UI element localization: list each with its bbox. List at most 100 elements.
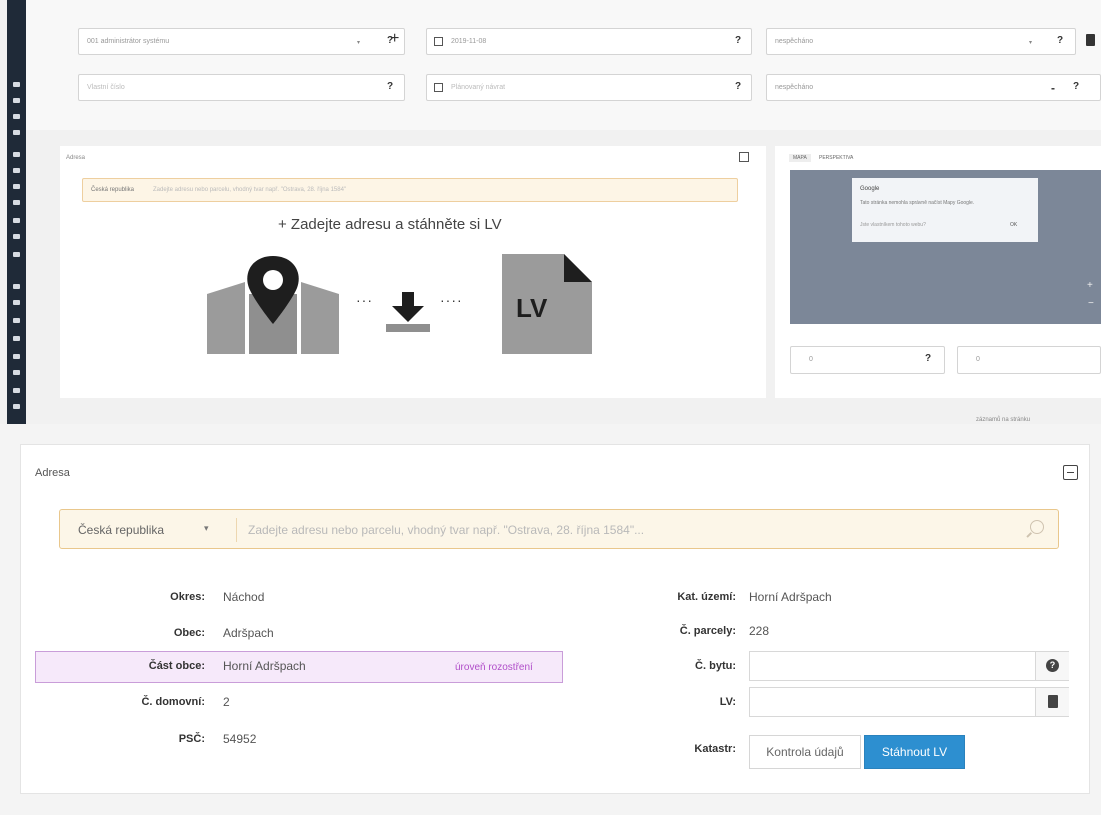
- sidebar-icon[interactable]: [13, 130, 20, 135]
- obec-label: Obec:: [173, 627, 205, 639]
- type-value: nespěcháno: [775, 38, 814, 45]
- chevron-down-icon: ▾: [1029, 40, 1033, 46]
- download-lv-button[interactable]: Stáhnout LV: [864, 735, 965, 769]
- cislo-bytu-label: Č. bytu:: [695, 660, 736, 672]
- blur-level-link[interactable]: úroveň rozostření: [455, 662, 533, 673]
- check-data-button[interactable]: Kontrola údajů: [749, 735, 861, 769]
- collapse-icon[interactable]: -: [1051, 81, 1055, 95]
- sidebar-icon[interactable]: [13, 318, 20, 323]
- tab-map[interactable]: MAPA: [789, 154, 811, 162]
- chevron-down-icon: ▾: [357, 40, 361, 46]
- calendar-icon: [434, 83, 443, 92]
- cislo-parcely-value: 228: [749, 624, 770, 638]
- sidebar-icon[interactable]: [13, 336, 20, 341]
- sidebar-icon[interactable]: [13, 152, 20, 157]
- sidebar-icon[interactable]: [13, 234, 20, 239]
- cast-obce-label: Část obce:: [148, 660, 205, 672]
- cislo-bytu-field[interactable]: ?: [749, 651, 1069, 681]
- sidebar-icon[interactable]: [13, 252, 20, 257]
- subject-field[interactable]: Vlastní číslo ?: [78, 74, 405, 101]
- collapse-icon[interactable]: [739, 152, 749, 162]
- address-search-preview[interactable]: Česká republika Zadejte adresu nebo parc…: [82, 178, 738, 202]
- document-icon[interactable]: [1048, 695, 1058, 708]
- sidebar-icon[interactable]: [13, 168, 20, 173]
- chevron-down-icon[interactable]: ▾: [204, 523, 209, 534]
- user-select[interactable]: 001 administrátor systému ▾ ?: [78, 28, 405, 55]
- map-pin-icon: [207, 256, 339, 354]
- psc-label: PSČ:: [178, 733, 205, 745]
- katastr-label: Katastr:: [694, 743, 736, 755]
- cislo-parcely-label: Č. parcely:: [679, 625, 736, 637]
- lv-field[interactable]: [749, 687, 1069, 717]
- coord-field-a[interactable]: 0 ?: [790, 346, 945, 374]
- state-select[interactable]: nespěcháno - ?: [766, 74, 1101, 101]
- help-icon[interactable]: ?: [925, 353, 931, 364]
- address-detail: Adresa Česká republika ▾ Zadejte adresu …: [0, 424, 1101, 815]
- subject-value: Vlastní číslo: [87, 84, 125, 91]
- sidebar-icon[interactable]: [13, 388, 20, 393]
- help-icon[interactable]: ?: [735, 35, 741, 46]
- country-select[interactable]: Česká republika: [91, 187, 134, 193]
- address-card: Adresa Česká republika ▾ Zadejte adresu …: [20, 444, 1090, 794]
- kat-uzemi-value: Horní Adršpach: [749, 590, 832, 604]
- sidebar-icon[interactable]: [13, 98, 20, 103]
- tab-perspective[interactable]: PERSPEKTIVA: [819, 155, 853, 161]
- help-icon[interactable]: ?: [1073, 81, 1079, 92]
- deadline-placeholder: Plánovaný návrat: [451, 84, 506, 91]
- lv-addon[interactable]: [1035, 688, 1069, 716]
- help-icon[interactable]: ?: [735, 81, 741, 92]
- divider: [236, 518, 237, 542]
- map-panel-preview: MAPA PERSPEKTIVA Google Tato stránka nem…: [775, 146, 1101, 398]
- dialog-subtext: Jste vlastníkem tohoto webu?: [860, 222, 926, 228]
- user-select-value: 001 administrátor systému: [87, 38, 170, 45]
- map-canvas[interactable]: Google Tato stránka nemohla správně načí…: [790, 170, 1101, 324]
- okres-label: Okres:: [170, 591, 205, 603]
- zoom-out-button[interactable]: −: [1088, 298, 1094, 309]
- sidebar-icon[interactable]: [13, 404, 20, 409]
- dialog-text: Tato stránka nemohla správně načíst Mapy…: [860, 200, 975, 206]
- sidebar-icon[interactable]: [13, 184, 20, 189]
- dots: ···: [356, 292, 373, 308]
- lv-label: LV: [516, 293, 548, 323]
- psc-value: 54952: [223, 732, 257, 746]
- document-icon[interactable]: [1086, 34, 1095, 46]
- help-icon[interactable]: ?: [1057, 35, 1063, 46]
- sidebar-icon[interactable]: [13, 200, 20, 205]
- sidebar-icon[interactable]: [13, 284, 20, 289]
- calendar-icon: [434, 37, 443, 46]
- coord-value: 0: [809, 356, 813, 363]
- search-placeholder: Zadejte adresu nebo parcelu, vhodný tvar…: [153, 187, 347, 193]
- cislo-bytu-addon[interactable]: ?: [1035, 652, 1069, 680]
- collapse-icon[interactable]: [1063, 465, 1078, 480]
- page-size-label: záznamů na stránku: [976, 417, 1031, 423]
- sidebar-icon[interactable]: [13, 114, 20, 119]
- address-search-input[interactable]: Zadejte adresu nebo parcelu, vhodný tvar…: [248, 523, 644, 537]
- sidebar-icon[interactable]: [13, 300, 20, 305]
- card-title: Adresa: [35, 467, 70, 479]
- deadline-field[interactable]: Plánovaný návrat ?: [426, 74, 752, 101]
- search-icon[interactable]: [1030, 520, 1044, 534]
- help-icon[interactable]: ?: [1046, 659, 1059, 672]
- map-error-dialog: Google Tato stránka nemohla správně načí…: [852, 178, 1038, 242]
- sidebar-icon[interactable]: [13, 82, 20, 87]
- coord-field-b[interactable]: 0: [957, 346, 1101, 374]
- lv-label: LV:: [719, 696, 736, 708]
- help-icon[interactable]: ?: [387, 81, 393, 92]
- type-select[interactable]: nespěcháno ▾ ?: [766, 28, 1076, 55]
- add-icon[interactable]: +: [390, 30, 399, 48]
- date-field[interactable]: 2019-11-08 ?: [426, 28, 752, 55]
- date-value: 2019-11-08: [451, 38, 487, 45]
- sidebar-icon[interactable]: [13, 218, 20, 223]
- top-screenshot: 001 administrátor systému ▾ ? + 2019-11-…: [0, 0, 1101, 424]
- sidebar-icon[interactable]: [13, 370, 20, 375]
- state-value: nespěcháno: [775, 84, 814, 91]
- coord-value: 0: [976, 356, 980, 363]
- cast-obce-value: Horní Adršpach: [223, 659, 306, 673]
- zoom-in-button[interactable]: +: [1087, 280, 1093, 291]
- address-search-bar: Česká republika ▾ Zadejte adresu nebo pa…: [59, 509, 1059, 549]
- download-icon: [386, 292, 430, 332]
- dialog-title: Google: [860, 186, 880, 192]
- country-select[interactable]: Česká republika: [78, 523, 164, 537]
- dialog-ok-button[interactable]: OK: [1010, 222, 1017, 228]
- sidebar-icon[interactable]: [13, 354, 20, 359]
